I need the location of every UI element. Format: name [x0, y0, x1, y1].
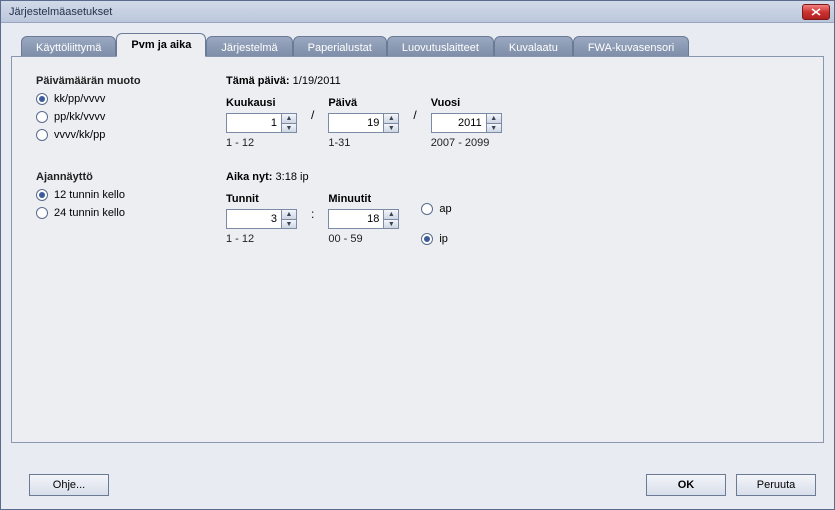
now-value: 3:18 ip: [276, 171, 309, 183]
hours-input[interactable]: [226, 209, 282, 229]
hours-range: 1 - 12: [226, 233, 297, 245]
radio-label: 24 tunnin kello: [54, 207, 125, 219]
settings-window: Järjestelmäasetukset Käyttöliittymä Pvm …: [0, 0, 835, 510]
hours-down[interactable]: ▼: [282, 219, 296, 228]
day-range: 1-31: [328, 137, 399, 149]
month-up[interactable]: ▲: [282, 114, 296, 123]
today-heading: Tämä päivä: 1/19/2011: [226, 75, 799, 87]
day-up[interactable]: ▲: [384, 114, 398, 123]
radio-date-format-dmY[interactable]: pp/kk/vvvv: [36, 111, 226, 123]
radio-dot-icon: [36, 93, 48, 105]
day-label: Päivä: [328, 97, 399, 109]
radio-dot-icon: [36, 207, 48, 219]
radio-label: ip: [439, 233, 448, 245]
month-input[interactable]: [226, 113, 282, 133]
minutes-range: 00 - 59: [328, 233, 399, 245]
day-input[interactable]: [328, 113, 384, 133]
footer: Ohje... OK Peruuta: [1, 461, 834, 509]
radio-am[interactable]: ap: [421, 203, 451, 215]
tab-output-devices[interactable]: Luovutuslaitteet: [387, 36, 494, 58]
tab-fwa-sensor[interactable]: FWA-kuvasensori: [573, 36, 689, 58]
tab-ui[interactable]: Käyttöliittymä: [21, 36, 116, 58]
time-separator: :: [311, 207, 314, 221]
minutes-up[interactable]: ▲: [384, 210, 398, 219]
close-icon: [811, 8, 821, 16]
tab-date-time[interactable]: Pvm ja aika: [116, 33, 206, 57]
radio-clock-12h[interactable]: 12 tunnin kello: [36, 189, 226, 201]
month-down[interactable]: ▼: [282, 123, 296, 132]
radio-date-format-Ymd[interactable]: vvvv/kk/pp: [36, 129, 226, 141]
minutes-spinner[interactable]: ▲ ▼: [328, 209, 399, 229]
date-format-label: Päivämäärän muoto: [36, 75, 226, 87]
radio-dot-icon: [421, 203, 433, 215]
time-display-label: Ajannäyttö: [36, 171, 226, 183]
year-spinner[interactable]: ▲ ▼: [431, 113, 502, 133]
help-button[interactable]: Ohje...: [29, 474, 109, 496]
radio-dot-icon: [36, 111, 48, 123]
content: Käyttöliittymä Pvm ja aika Järjestelmä P…: [1, 23, 834, 509]
year-up[interactable]: ▲: [487, 114, 501, 123]
radio-label: pp/kk/vvvv: [54, 111, 105, 123]
radio-dot-icon: [421, 233, 433, 245]
minutes-down[interactable]: ▼: [384, 219, 398, 228]
ok-button[interactable]: OK: [646, 474, 726, 496]
hours-spinner[interactable]: ▲ ▼: [226, 209, 297, 229]
today-value: 1/19/2011: [293, 75, 341, 87]
hours-up[interactable]: ▲: [282, 210, 296, 219]
radio-dot-icon: [36, 129, 48, 141]
month-range: 1 - 12: [226, 137, 297, 149]
year-down[interactable]: ▼: [487, 123, 501, 132]
radio-clock-24h[interactable]: 24 tunnin kello: [36, 207, 226, 219]
radio-label: ap: [439, 203, 451, 215]
minutes-label: Minuutit: [328, 193, 399, 205]
year-label: Vuosi: [431, 97, 502, 109]
cancel-button[interactable]: Peruuta: [736, 474, 816, 496]
day-spinner[interactable]: ▲ ▼: [328, 113, 399, 133]
hours-label: Tunnit: [226, 193, 297, 205]
radio-label: kk/pp/vvvv: [54, 93, 105, 105]
tab-paper-trays[interactable]: Paperialustat: [293, 36, 387, 58]
tabstrip: Käyttöliittymä Pvm ja aika Järjestelmä P…: [21, 33, 824, 57]
tab-system[interactable]: Järjestelmä: [206, 36, 292, 58]
close-button[interactable]: [802, 4, 830, 20]
month-label: Kuukausi: [226, 97, 297, 109]
date-time-panel: Päivämäärän muoto kk/pp/vvvv pp/kk/vvvv …: [11, 56, 824, 443]
date-separator: /: [311, 108, 314, 122]
month-spinner[interactable]: ▲ ▼: [226, 113, 297, 133]
minutes-input[interactable]: [328, 209, 384, 229]
date-separator: /: [413, 108, 416, 122]
radio-pm[interactable]: ip: [421, 233, 451, 245]
titlebar: Järjestelmäasetukset: [1, 1, 834, 23]
radio-label: vvvv/kk/pp: [54, 129, 105, 141]
radio-date-format-mdY[interactable]: kk/pp/vvvv: [36, 93, 226, 105]
radio-label: 12 tunnin kello: [54, 189, 125, 201]
window-title: Järjestelmäasetukset: [5, 6, 112, 18]
year-range: 2007 - 2099: [431, 137, 502, 149]
tab-image-quality[interactable]: Kuvalaatu: [494, 36, 573, 58]
day-down[interactable]: ▼: [384, 123, 398, 132]
year-input[interactable]: [431, 113, 487, 133]
radio-dot-icon: [36, 189, 48, 201]
now-heading: Aika nyt: 3:18 ip: [226, 171, 799, 183]
